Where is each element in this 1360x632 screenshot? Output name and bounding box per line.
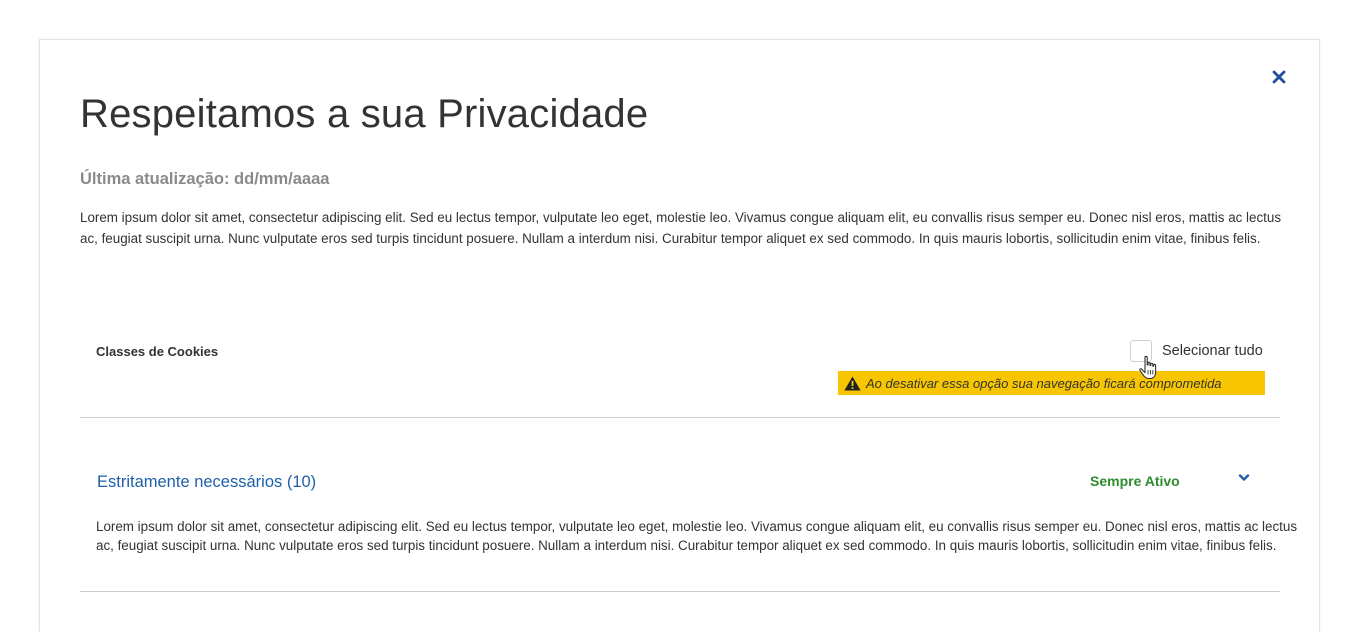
warning-text: Ao desativar essa opção sua navegação fi… <box>866 375 1222 391</box>
privacy-modal: Respeitamos a sua Privacidade Última atu… <box>39 39 1320 632</box>
section-description: Lorem ipsum dolor sit amet, consectetur … <box>96 519 1298 553</box>
chevron-down-icon[interactable] <box>1238 473 1250 483</box>
hand-cursor-icon <box>1139 355 1157 380</box>
cookie-classes-label: Classes de Cookies <box>96 344 219 359</box>
select-all-label: Selecionar tudo <box>1162 343 1263 359</box>
warning-banner: Ao desativar essa opção sua navegação fi… <box>838 371 1265 395</box>
last-updated-text: Última atualização: dd/mm/aaaa <box>80 170 330 188</box>
section-title-strictly-necessary[interactable]: Estritamente necessários (10) <box>97 473 316 492</box>
modal-title: Respeitamos a sua Privacidade <box>80 92 649 136</box>
warning-icon <box>844 376 861 390</box>
divider-bottom <box>80 591 1280 592</box>
divider-top <box>80 417 1280 418</box>
always-active-status: Sempre Ativo <box>1090 473 1180 489</box>
intro-text: Lorem ipsum dolor sit amet, consectetur … <box>80 210 1282 246</box>
close-icon[interactable] <box>1271 69 1287 85</box>
